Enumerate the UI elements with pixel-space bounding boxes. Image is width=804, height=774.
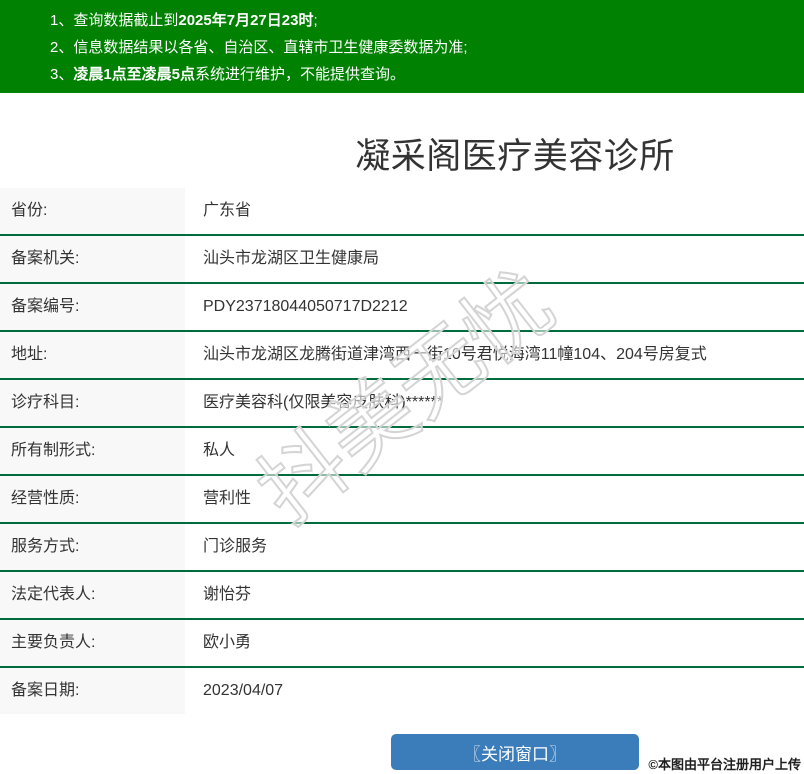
- row-value: PDY23718044050717D2212: [185, 284, 804, 330]
- row-value: 营利性: [185, 476, 804, 522]
- record-table: 省份: 广东省 备案机关: 汕头市龙湖区卫生健康局 备案编号: PDY23718…: [0, 188, 804, 714]
- row-value: 门诊服务: [185, 524, 804, 570]
- notice-banner: 1、查询数据截止到2025年7月27日23时; 2、信息数据结果以各省、自治区、…: [0, 0, 804, 93]
- row-value: 医疗美容科(仅限美容皮肤科)******: [185, 380, 804, 426]
- table-row-business-nature: 经营性质: 营利性: [0, 476, 804, 524]
- table-row-filing-number: 备案编号: PDY23718044050717D2212: [0, 284, 804, 332]
- row-label: 备案机关:: [0, 236, 185, 282]
- table-row-province: 省份: 广东省: [0, 188, 804, 236]
- notice-text: 系统进行维护，不能提供查询。: [195, 66, 406, 83]
- row-label: 地址:: [0, 332, 185, 378]
- table-row-legal-representative: 法定代表人: 谢怡芬: [0, 572, 804, 620]
- table-row-address: 地址: 汕头市龙湖区龙腾街道津湾西一街10号君悦海湾11幢104、204号房复式: [0, 332, 804, 380]
- notice-text: 信息数据结果以各省、自治区、直辖市卫生健康委数据为准;: [73, 39, 468, 56]
- row-label: 经营性质:: [0, 476, 185, 522]
- notice-number: 3、: [50, 66, 74, 83]
- table-row-medical-subjects: 诊疗科目: 医疗美容科(仅限美容皮肤科)******: [0, 380, 804, 428]
- row-label: 备案日期:: [0, 668, 185, 714]
- copyright-watermark: ©本图由平台注册用户上传: [648, 757, 801, 772]
- row-label: 备案编号:: [0, 284, 185, 330]
- row-value: 谢怡芬: [185, 572, 804, 618]
- row-value: 私人: [185, 428, 804, 474]
- table-row-principal-person: 主要负责人: 欧小勇: [0, 620, 804, 668]
- notice-text: 查询数据截止到: [73, 12, 179, 29]
- row-value: 2023/04/07: [185, 668, 804, 714]
- row-label: 主要负责人:: [0, 620, 185, 666]
- notice-line-1: 1、查询数据截止到2025年7月27日23时;: [50, 7, 804, 34]
- notice-number: 1、: [50, 12, 74, 29]
- row-value: 广东省: [185, 188, 804, 234]
- table-row-filing-date: 备案日期: 2023/04/07: [0, 668, 804, 714]
- row-value: 汕头市龙湖区卫生健康局: [185, 236, 804, 282]
- row-value: 汕头市龙湖区龙腾街道津湾西一街10号君悦海湾11幢104、204号房复式: [185, 332, 804, 378]
- close-window-button[interactable]: 〖关闭窗口〗: [391, 734, 639, 770]
- row-label: 诊疗科目:: [0, 380, 185, 426]
- notice-text: ;: [313, 12, 318, 29]
- notice-number: 2、: [50, 39, 74, 56]
- notice-line-2: 2、信息数据结果以各省、自治区、直辖市卫生健康委数据为准;: [50, 34, 804, 61]
- table-row-filing-authority: 备案机关: 汕头市龙湖区卫生健康局: [0, 236, 804, 284]
- record-detail-panel: 凝采阁医疗美容诊所 省份: 广东省 备案机关: 汕头市龙湖区卫生健康局 备案编号…: [0, 93, 804, 770]
- table-row-service-mode: 服务方式: 门诊服务: [0, 524, 804, 572]
- notice-text-bold: 2025年7月27日23时: [178, 12, 314, 29]
- row-value: 欧小勇: [185, 620, 804, 666]
- table-row-ownership-form: 所有制形式: 私人: [0, 428, 804, 476]
- row-label: 所有制形式:: [0, 428, 185, 474]
- page-title: 凝采阁医疗美容诊所: [355, 137, 675, 176]
- row-label: 省份:: [0, 188, 185, 234]
- notice-line-3: 3、凌晨1点至凌晨5点系统进行维护，不能提供查询。: [50, 61, 804, 88]
- row-label: 服务方式:: [0, 524, 185, 570]
- notice-text-bold: 凌晨1点至凌晨5点: [73, 66, 196, 83]
- row-label: 法定代表人:: [0, 572, 185, 618]
